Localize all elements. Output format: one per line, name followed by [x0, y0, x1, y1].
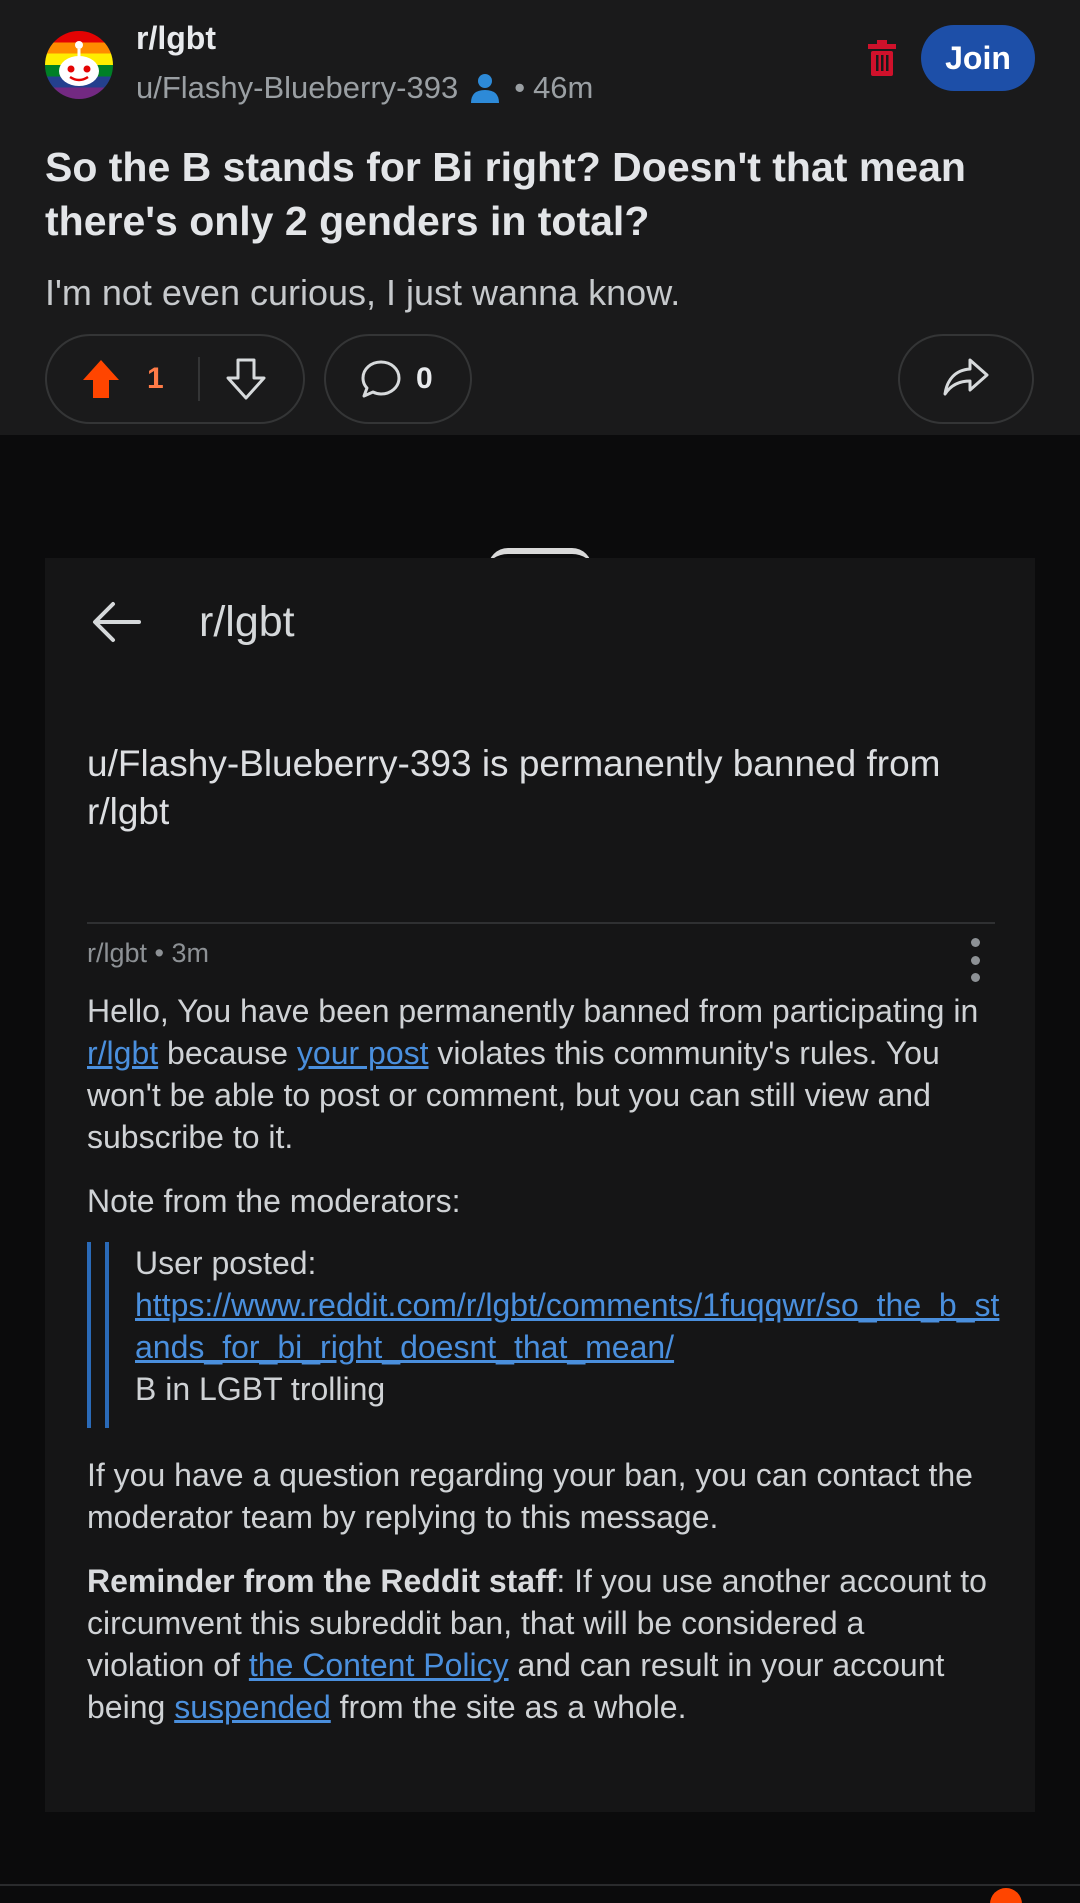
subreddit-name[interactable]: r/lgbt — [136, 20, 216, 57]
byline-separator: • — [514, 70, 526, 105]
upvote-arrow-icon[interactable] — [81, 358, 121, 400]
quote-label: User posted: — [135, 1245, 317, 1281]
divider — [87, 922, 995, 924]
vote-control: 1 — [45, 334, 305, 424]
quote-reason: B in LGBT trolling — [135, 1371, 386, 1407]
subreddit-avatar[interactable] — [45, 31, 113, 99]
vote-divider — [197, 357, 200, 401]
comment-count: 0 — [416, 362, 433, 395]
trash-icon[interactable] — [866, 38, 898, 78]
vote-count: 1 — [147, 362, 164, 395]
post-age: 46m — [533, 70, 594, 105]
quote-url: https://www.reddit.com/r/lgbt/comments/1… — [135, 1287, 1000, 1365]
comments-button[interactable]: 0 — [324, 334, 472, 424]
share-arrow-icon — [942, 356, 990, 403]
your-post-link: your post — [296, 1035, 429, 1071]
moderator-quote: User posted: https://www.reddit.com/r/lg… — [87, 1242, 1007, 1428]
notification-dot — [990, 1888, 1022, 1903]
back-arrow-icon — [91, 600, 143, 644]
post-card: r/lgbt u/Flashy-Blueberry-393 • 46m Join… — [0, 0, 1080, 435]
message-meta: r/lgbt • 3m — [87, 938, 209, 968]
post-body: I'm not even curious, I just wanna know. — [45, 272, 681, 313]
ban-heading: u/Flashy-Blueberry-393 is permanently ba… — [87, 743, 941, 832]
reminder-paragraph: Reminder from the Reddit staff: If you u… — [87, 1563, 987, 1725]
note-label: Note from the moderators: — [87, 1183, 461, 1219]
subreddit-link: r/lgbt — [87, 1035, 159, 1071]
kebab-menu-icon — [968, 938, 982, 982]
join-button[interactable]: Join — [921, 25, 1035, 91]
comment-bubble-icon — [360, 359, 402, 399]
user-icon — [468, 71, 502, 105]
author-name[interactable]: u/Flashy-Blueberry-393 — [136, 70, 458, 106]
content-policy-link: the Content Policy — [248, 1647, 509, 1683]
ban-message-paragraph: Hello, You have been permanently banned … — [87, 993, 979, 1155]
contact-paragraph: If you have a question regarding your ba… — [87, 1457, 973, 1535]
downvote-arrow-icon[interactable] — [226, 358, 266, 400]
image-subreddit-title: r/lgbt — [199, 598, 295, 646]
bottom-nav-edge — [0, 1884, 1080, 1886]
snoo-icon — [59, 41, 99, 86]
post-image[interactable]: r/lgbt u/Flashy-Blueberry-393 is permane… — [45, 558, 1035, 1812]
post-title[interactable]: So the B stands for Bi right? Doesn't th… — [45, 140, 1035, 248]
suspended-link: suspended — [174, 1689, 331, 1725]
post-byline: u/Flashy-Blueberry-393 • 46m — [136, 68, 593, 108]
share-button[interactable] — [898, 334, 1034, 424]
